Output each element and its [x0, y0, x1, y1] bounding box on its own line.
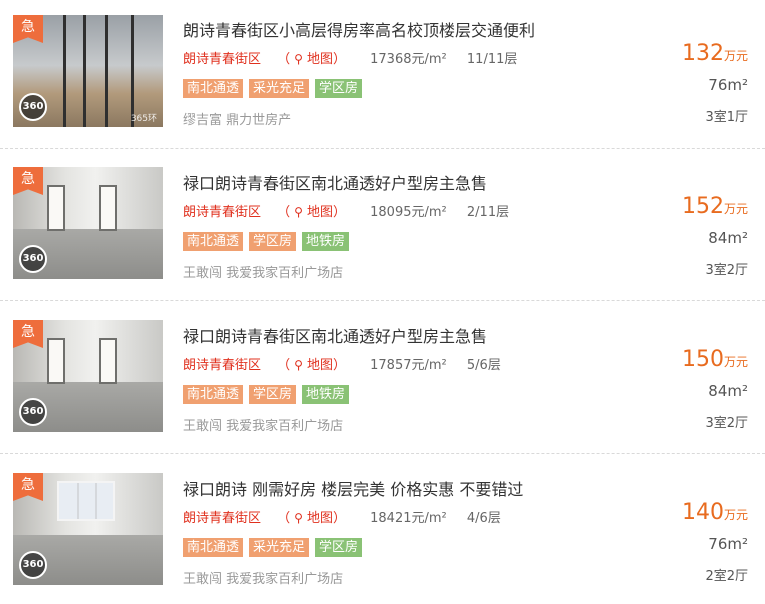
floor-info: 11/11层 [466, 52, 518, 67]
listing-title[interactable]: 禄口朗诗青春街区南北通透好户型房主急售 [183, 170, 487, 194]
feature-tag: 南北通透 [183, 385, 244, 404]
listing-item[interactable]: 急 360 禄口朗诗青春街区南北通透好户型房主急售 朗诗青春街区 （⚲ 地图） 1… [0, 306, 765, 459]
divider [0, 453, 765, 454]
map-pin-icon: ⚲ [294, 511, 303, 525]
feature-tag: 学区房 [315, 538, 363, 557]
panorama-360-icon[interactable]: 360 [19, 398, 47, 426]
divider [0, 148, 765, 149]
listing-item[interactable]: 急 360 禄口朗诗 刚需好房 楼层完美 价格实惠 不要错过 朗诗青春街区 （⚲… [0, 459, 765, 604]
price-value: 140 [681, 500, 724, 525]
price-unit: 万元 [723, 49, 748, 63]
rail [105, 15, 108, 127]
listing-title[interactable]: 禄口朗诗 刚需好房 楼层完美 价格实惠 不要错过 [183, 476, 523, 500]
community-link[interactable]: 朗诗青春街区 [183, 205, 261, 220]
unit-price: 18421元/m² [370, 511, 447, 526]
community-link[interactable]: 朗诗青春街区 [183, 511, 261, 526]
agent-info[interactable]: 王敢闯 我爱我家百利广场店 [183, 262, 343, 281]
map-link-label: 地图 [306, 358, 333, 373]
rail [83, 15, 86, 127]
price-unit: 万元 [723, 508, 748, 522]
feature-tag: 南北通透 [183, 232, 244, 251]
listing-title[interactable]: 禄口朗诗青春街区南北通透好户型房主急售 [183, 323, 487, 347]
price-value: 150 [681, 347, 724, 372]
map-link-label: 地图 [306, 511, 333, 526]
price-unit: 万元 [723, 355, 748, 369]
feature-tag: 采光充足 [249, 79, 310, 98]
feature-tags: 南北通透 采光充足 学区房 [183, 77, 368, 98]
listing-thumbnail[interactable]: 急 360 [13, 320, 163, 432]
floor-info: 4/6层 [466, 511, 501, 526]
listing-item[interactable]: 365环 急 360 朗诗青春街区小高层得房率高名校顶楼层交通便利 朗诗青春街区… [0, 0, 765, 153]
listing-title[interactable]: 朗诗青春街区小高层得房率高名校顶楼层交通便利 [183, 17, 535, 41]
listing-thumbnail[interactable]: 急 360 [13, 167, 163, 279]
price-value: 152 [681, 194, 724, 219]
room-layout: 3室1厅 [705, 110, 748, 125]
area: 76m² [708, 76, 748, 94]
area: 84m² [708, 229, 748, 247]
map-pin-icon: ⚲ [294, 358, 303, 372]
map-link-label: 地图 [306, 205, 333, 220]
room-layout: 3室2厅 [705, 416, 748, 431]
feature-tag: 地铁房 [302, 385, 350, 404]
panorama-360-icon[interactable]: 360 [19, 245, 47, 273]
map-pin-icon: ⚲ [294, 52, 303, 66]
listing-thumbnail[interactable]: 急 360 [13, 473, 163, 585]
floor-info: 2/11层 [466, 205, 510, 220]
door [47, 185, 65, 231]
listing-meta: 朗诗青春街区 （⚲ 地图） 18421元/m² 4/6层 [183, 507, 501, 526]
map-link[interactable]: （⚲ 地图） [277, 205, 346, 220]
map-link[interactable]: （⚲ 地图） [277, 511, 346, 526]
feature-tags: 南北通透 学区房 地铁房 [183, 383, 355, 404]
feature-tag: 学区房 [315, 79, 363, 98]
community-link[interactable]: 朗诗青春街区 [183, 52, 261, 67]
listing-item[interactable]: 急 360 禄口朗诗青春街区南北通透好户型房主急售 朗诗青春街区 （⚲ 地图） 1… [0, 153, 765, 306]
panorama-360-icon[interactable]: 360 [19, 551, 47, 579]
agent-info[interactable]: 缪吉富 鼎力世房产 [183, 109, 291, 128]
total-price: 150万元 [682, 347, 748, 372]
feature-tag: 采光充足 [249, 538, 310, 557]
feature-tags: 南北通透 采光充足 学区房 [183, 536, 368, 557]
map-link[interactable]: （⚲ 地图） [277, 52, 346, 67]
map-link-label: 地图 [306, 52, 333, 67]
door [47, 338, 65, 384]
feature-tag: 学区房 [249, 232, 297, 251]
price-unit: 万元 [723, 202, 748, 216]
area: 76m² [708, 535, 748, 553]
total-price: 140万元 [682, 500, 748, 525]
photo-watermark: 365环 [130, 114, 157, 124]
divider [0, 300, 765, 301]
area: 84m² [708, 382, 748, 400]
door [99, 185, 117, 231]
feature-tag: 南北通透 [183, 538, 244, 557]
room-layout: 2室2厅 [705, 569, 748, 584]
total-price: 132万元 [682, 41, 748, 66]
listing-meta: 朗诗青春街区 （⚲ 地图） 17368元/m² 11/11层 [183, 48, 517, 67]
listing-thumbnail[interactable]: 365环 急 360 [13, 15, 163, 127]
map-pin-icon: ⚲ [294, 205, 303, 219]
feature-tag: 南北通透 [183, 79, 244, 98]
feature-tag: 学区房 [249, 385, 297, 404]
floor-info: 5/6层 [466, 358, 501, 373]
unit-price: 17368元/m² [370, 52, 447, 67]
door [99, 338, 117, 384]
feature-tags: 南北通透 学区房 地铁房 [183, 230, 355, 251]
map-link[interactable]: （⚲ 地图） [277, 358, 346, 373]
unit-price: 18095元/m² [370, 205, 447, 220]
room-layout: 3室2厅 [705, 263, 748, 278]
agent-info[interactable]: 王敢闯 我爱我家百利广场店 [183, 415, 343, 434]
feature-tag: 地铁房 [302, 232, 350, 251]
window [57, 481, 115, 521]
community-link[interactable]: 朗诗青春街区 [183, 358, 261, 373]
price-value: 132 [681, 41, 724, 66]
listing-meta: 朗诗青春街区 （⚲ 地图） 18095元/m² 2/11层 [183, 201, 509, 220]
listing-meta: 朗诗青春街区 （⚲ 地图） 17857元/m² 5/6层 [183, 354, 501, 373]
total-price: 152万元 [682, 194, 748, 219]
panorama-360-icon[interactable]: 360 [19, 93, 47, 121]
agent-info[interactable]: 王敢闯 我爱我家百利广场店 [183, 568, 343, 587]
unit-price: 17857元/m² [370, 358, 447, 373]
rail [63, 15, 66, 127]
